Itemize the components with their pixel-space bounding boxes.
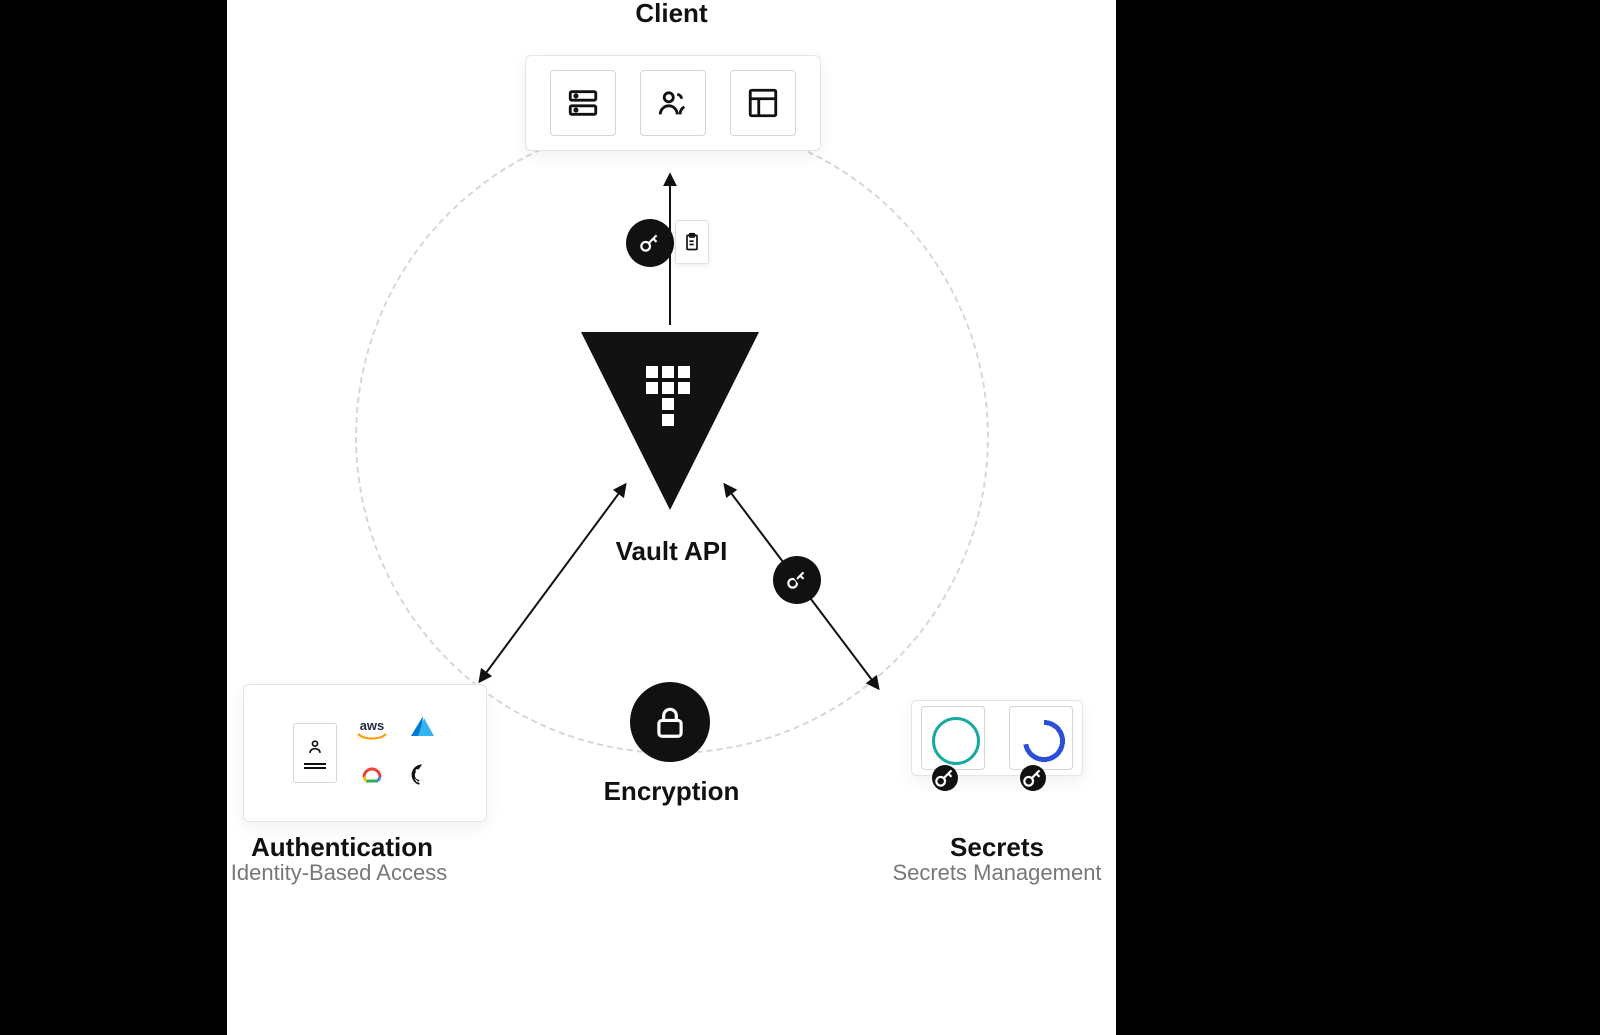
authentication-title: Authentication xyxy=(227,832,542,863)
secrets-key-ring-blue xyxy=(1009,706,1073,770)
vault-logo-dots xyxy=(646,366,690,426)
users-icon xyxy=(640,70,706,136)
github-icon xyxy=(411,764,433,791)
identity-icon xyxy=(293,723,337,783)
key-badge-right xyxy=(773,556,821,604)
secrets-subtitle: Secrets Management xyxy=(767,860,1116,886)
azure-icon xyxy=(409,716,435,743)
authentication-card: aws xyxy=(243,684,487,822)
vault-triangle-icon xyxy=(581,332,759,510)
authentication-subtitle: Identity-Based Access xyxy=(227,860,569,886)
clipboard-icon xyxy=(675,220,709,264)
aws-icon: aws xyxy=(357,718,387,741)
vault-api-label: Vault API xyxy=(227,536,1116,567)
client-title: Client xyxy=(227,0,1116,29)
secrets-key-ring-teal xyxy=(921,706,985,770)
secrets-title: Secrets xyxy=(797,832,1116,863)
google-cloud-icon xyxy=(360,763,384,792)
key-badge xyxy=(626,219,674,267)
layout-icon xyxy=(730,70,796,136)
client-card xyxy=(525,55,821,151)
server-icon xyxy=(550,70,616,136)
secrets-card xyxy=(911,700,1083,776)
encryption-lock-badge xyxy=(630,682,710,762)
